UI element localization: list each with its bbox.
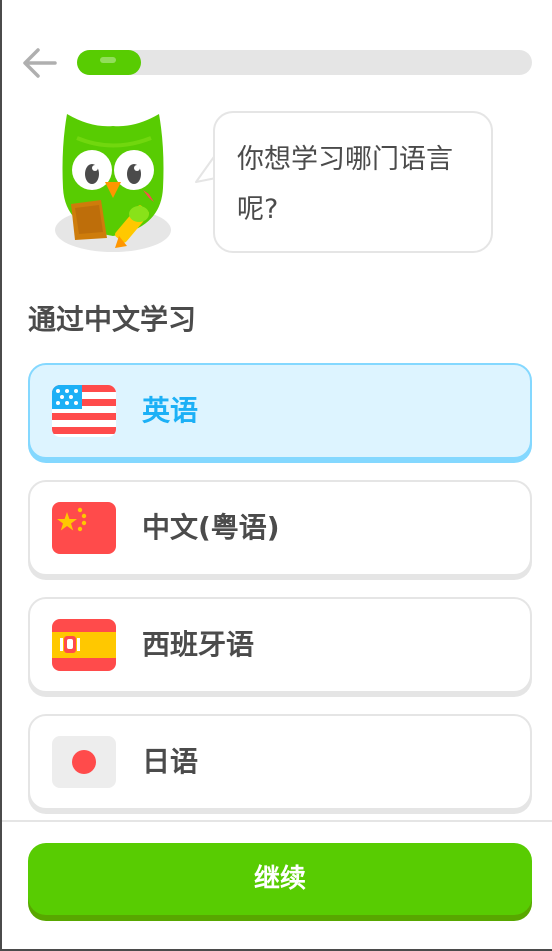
language-option-english[interactable]: 英语 bbox=[28, 363, 532, 459]
language-option-label: 英语 bbox=[142, 394, 199, 427]
footer-divider bbox=[2, 820, 552, 822]
speech-bubble: 你想学习哪门语言呢? bbox=[213, 111, 493, 253]
language-option-label: 日语 bbox=[142, 745, 199, 778]
speech-bubble-text: 你想学习哪门语言呢? bbox=[237, 144, 453, 225]
progress-bar bbox=[77, 50, 532, 75]
language-option-label: 中文(粤语) bbox=[142, 511, 280, 544]
china-flag-icon bbox=[52, 502, 116, 554]
language-option-label: 西班牙语 bbox=[142, 628, 255, 661]
continue-button-label: 继续 bbox=[253, 864, 306, 894]
language-option-spanish[interactable]: 西班牙语 bbox=[28, 597, 532, 693]
japan-flag-icon bbox=[52, 736, 116, 788]
progress-shine bbox=[100, 57, 116, 63]
us-flag-icon bbox=[52, 385, 116, 437]
spain-flag-icon bbox=[52, 619, 116, 671]
language-option-japanese[interactable]: 日语 bbox=[28, 714, 532, 810]
window-left-border bbox=[0, 0, 2, 951]
language-option-cantonese[interactable]: 中文(粤语) bbox=[28, 480, 532, 576]
section-title: 通过中文学习 bbox=[28, 303, 197, 336]
back-arrow-icon[interactable] bbox=[22, 46, 58, 80]
progress-bar-fill bbox=[77, 50, 141, 75]
continue-button[interactable]: 继续 bbox=[28, 843, 532, 915]
duo-owl-mascot-icon bbox=[55, 108, 180, 258]
